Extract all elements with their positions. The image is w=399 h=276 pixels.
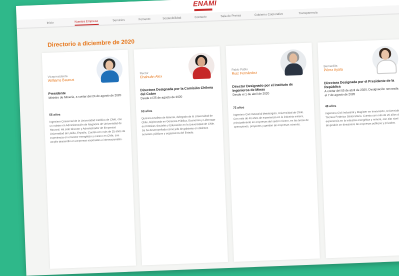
director-age: 48 años (324, 103, 337, 109)
director-age: 72 años (232, 105, 245, 110)
nav-item-inicio[interactable]: Inicio (47, 20, 54, 24)
director-bio: Ingeniera Civil Industrial y Magíster en… (325, 109, 399, 127)
webpage-sheet: ENAMI Inicio Nuestra Empresa Servicios F… (16, 0, 399, 276)
director-bio: Química Analista de Minería, delegada de… (141, 114, 216, 136)
director-name: Ruiz Fernández (231, 70, 258, 76)
nav-item-fomento[interactable]: Fomento (139, 16, 151, 20)
nav-item-transparencia[interactable]: Transparencia (298, 10, 317, 15)
director-subtitle: Desde el 25 de agosto de 2020 (140, 94, 183, 101)
directors-grid: Vicepresidenta Williams Baucus President… (41, 38, 399, 269)
nav-item-sostenibilidad[interactable]: Sostenibilidad (162, 15, 181, 20)
director-bio: Ingeniero Comercial de la Universidad Ca… (49, 118, 126, 144)
director-subtitle: A contar del 05 de abril de 2020. Design… (324, 86, 399, 98)
director-bio: Ingeniero Civil Industrial Metalúrgico, … (233, 111, 309, 129)
director-photo (279, 48, 307, 76)
nav-item-contacto[interactable]: Contacto (194, 14, 206, 18)
page-title: Directorio a diciembre de 2020 (47, 39, 135, 49)
enami-logo[interactable]: ENAMI (193, 0, 217, 8)
director-subtitle: Ministro de Minería, a contar del 24 de … (48, 93, 122, 100)
director-name: Williams Baucus (47, 77, 75, 83)
director-age: 55 años (49, 112, 61, 117)
director-photo (96, 55, 123, 83)
nav-item-sala-prensa[interactable]: Sala de Prensa (220, 13, 241, 18)
director-age: 53 años (141, 108, 153, 114)
nav-item-servicios[interactable]: Servicios (113, 17, 125, 21)
nav-item-gobierno[interactable]: Gobierno Corporativo (254, 11, 283, 16)
director-card: Pablo Pablo Ruiz Fernández Director Desi… (225, 42, 320, 262)
director-name: Pérez Ayala (323, 67, 343, 73)
director-photo (371, 45, 399, 75)
director-card: Bernardita Pérez Ayala Directora Designa… (317, 39, 399, 259)
director-subtitle: Desde el 1 de abril de 2020 (232, 91, 270, 97)
director-card: Vicepresidenta Williams Baucus President… (41, 49, 137, 269)
director-photo (187, 52, 215, 80)
director-card: Rector Chahuán Alex Directora Designada … (133, 46, 228, 266)
nav-active-indicator (74, 23, 99, 26)
director-name: Chahuán Alex (139, 74, 163, 80)
logo-accent (194, 8, 213, 11)
